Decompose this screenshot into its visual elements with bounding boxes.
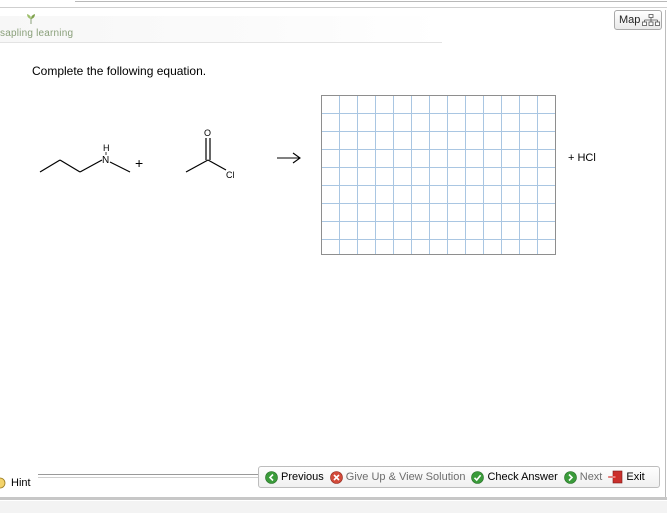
footer-strip: [0, 501, 667, 513]
check-answer-button[interactable]: Check Answer: [471, 470, 558, 484]
question-prompt: Complete the following equation.: [32, 64, 207, 78]
back-arrow-icon: [265, 470, 278, 484]
byproduct-hcl: + HCl: [568, 152, 596, 164]
give-up-button[interactable]: Give Up & View Solution: [329, 470, 466, 484]
navigation-bar: Previous Give Up & View Solution Check A…: [258, 466, 660, 488]
top-divider-lower: [0, 7, 667, 8]
drawing-canvas[interactable]: [321, 95, 556, 255]
reaction-arrow: [277, 152, 301, 164]
hint-button[interactable]: Hint: [0, 474, 40, 492]
top-divider: [75, 1, 667, 2]
next-button[interactable]: Next: [563, 470, 603, 484]
plus-sign: +: [135, 155, 143, 171]
give-up-icon: [329, 470, 343, 484]
footer-divider-lower: [38, 477, 260, 478]
amine-structure: [39, 159, 131, 173]
exit-door-icon: [608, 470, 623, 484]
reactants-structure: H N + O Cl: [39, 128, 235, 180]
sitemap-icon: [642, 14, 661, 26]
content-frame: [0, 10, 666, 500]
carbonyl-oxygen: O: [204, 128, 211, 138]
amine-hydrogen: H: [103, 143, 110, 153]
exit-button[interactable]: Exit: [608, 470, 645, 484]
previous-button[interactable]: Previous: [265, 470, 324, 484]
exit-label: Exit: [626, 471, 645, 483]
map-button-label: Map: [619, 14, 641, 26]
logo-text: sapling learning: [0, 28, 74, 39]
hint-label: Hint: [11, 477, 31, 489]
map-button[interactable]: Map: [614, 10, 662, 30]
check-answer-label: Check Answer: [487, 471, 558, 483]
hint-icon: [0, 477, 6, 489]
previous-label: Previous: [281, 471, 324, 483]
footer-border: [0, 497, 667, 500]
checkmark-icon: [471, 470, 485, 484]
footer-divider: [38, 474, 260, 475]
amine-nitrogen: N: [102, 155, 109, 166]
acyl-chloride-structure: [185, 138, 227, 173]
forward-arrow-icon: [563, 470, 577, 484]
next-label: Next: [579, 471, 603, 483]
chlorine-atom: Cl: [226, 170, 235, 180]
sprout-icon: [27, 14, 35, 24]
give-up-label: Give Up & View Solution: [345, 471, 466, 483]
